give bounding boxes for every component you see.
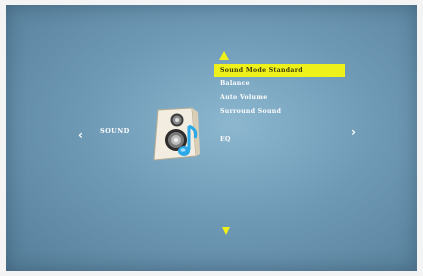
speaker-icon (153, 107, 200, 161)
menu-category-label: SOUND (100, 127, 130, 135)
menu-item-disabled-option (214, 119, 345, 133)
scroll-down-arrow-icon[interactable] (222, 227, 230, 235)
sound-menu-list: Sound Mode Standard Balance Auto Volume … (214, 64, 345, 147)
menu-item-auto-volume[interactable]: Auto Volume (214, 91, 345, 105)
menu-item-eq[interactable]: EQ (214, 133, 345, 147)
menu-item-balance[interactable]: Balance (214, 77, 345, 91)
menu-item-sound-mode[interactable]: Sound Mode Standard (214, 64, 345, 77)
monitor-frame: ‹ SOUND Sound Mode Standard Balance Auto… (0, 0, 423, 276)
previous-category-arrow-icon[interactable]: ‹ (78, 129, 83, 141)
scroll-up-arrow-icon[interactable] (219, 51, 229, 60)
tv-screen: ‹ SOUND Sound Mode Standard Balance Auto… (6, 5, 417, 271)
menu-item-surround-sound[interactable]: Surround Sound (214, 105, 345, 119)
next-category-arrow-icon[interactable]: › (351, 126, 356, 138)
